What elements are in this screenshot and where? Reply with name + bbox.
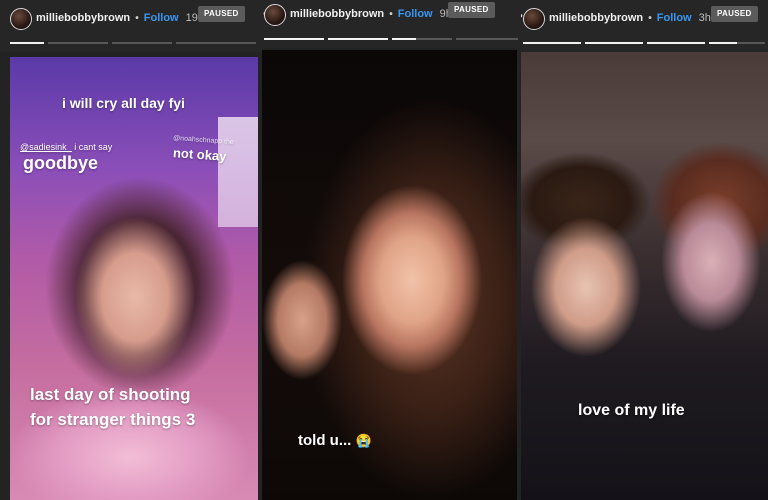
separator-dot: • (135, 13, 139, 24)
progress-fill (585, 42, 643, 44)
story-photo: told u... 😭 (262, 50, 517, 500)
username[interactable]: milliebobbybrown (290, 8, 384, 20)
progress-segment (647, 42, 705, 44)
progress-fill (523, 42, 581, 44)
progress-segment (709, 42, 765, 44)
follow-button[interactable]: Follow (657, 12, 692, 24)
progress-fill (647, 42, 705, 44)
crying-emoji-icon: 😭 (355, 433, 372, 448)
story-panel-2[interactable]: ••• milliebobbybrown • Follow 9h PAUSED … (262, 0, 521, 500)
paused-badge: PAUSED (198, 6, 245, 22)
progress-segment (585, 42, 643, 44)
caption-told-u: told u... 😭 (298, 432, 372, 449)
paused-badge: PAUSED (711, 6, 758, 22)
mention-tail: i cant say (74, 142, 113, 152)
progress-segment (392, 38, 452, 40)
caption-top: i will cry all day fyi (62, 95, 185, 111)
progress-fill (10, 42, 44, 44)
progress-fill (264, 38, 324, 40)
window-bright (218, 117, 258, 227)
progress-segment (523, 42, 581, 44)
progress-fill (709, 42, 737, 44)
caption-love: love of my life (578, 402, 685, 419)
story-header: ••• milliebobbybrown • Follow 9h PAUSED (262, 0, 521, 48)
progress-segment (10, 42, 44, 44)
caption-bottom-2: for stranger things 3 (30, 410, 196, 429)
timestamp: 3h (698, 12, 711, 24)
progress-segment (264, 38, 324, 40)
progress-fill (392, 38, 416, 40)
caption-goodbye: goodbye (23, 153, 98, 173)
caption-text: told u... (298, 432, 352, 449)
story-header: ••• milliebobbybrown • Follow 3h PAUSED (521, 0, 768, 52)
story-user-line: milliebobbybrown • Follow 3h (549, 12, 711, 24)
username[interactable]: milliebobbybrown (36, 12, 130, 24)
progress-segment (456, 38, 518, 40)
username[interactable]: milliebobbybrown (549, 12, 643, 24)
mention-link[interactable]: @sadiesink_ (20, 142, 72, 152)
caption-not-okay: not okay (172, 145, 227, 164)
story-panel-3[interactable]: ••• milliebobbybrown • Follow 3h PAUSED … (521, 0, 768, 500)
separator-dot: • (648, 13, 652, 24)
story-user-line: milliebobbybrown • Follow 9h (290, 8, 452, 20)
caption-mention: @sadiesink_ i cant say (20, 142, 112, 152)
follow-button[interactable]: Follow (144, 12, 179, 24)
progress-segment (48, 42, 108, 44)
progress-segment (176, 42, 256, 44)
progress-segment (328, 38, 388, 40)
progress-segment (112, 42, 172, 44)
story-user-line: milliebobbybrown • Follow 19h (36, 12, 204, 24)
paused-badge: PAUSED (448, 2, 495, 18)
avatar[interactable] (264, 4, 286, 26)
story-header: milliebobbybrown • Follow 19h PAUSED (0, 0, 262, 52)
story-panel-1[interactable]: milliebobbybrown • Follow 19h PAUSED i w… (0, 0, 262, 500)
story-photo: i will cry all day fyi @sadiesink_ i can… (10, 57, 258, 500)
separator-dot: • (389, 9, 393, 20)
progress-fill (328, 38, 388, 40)
avatar[interactable] (523, 8, 545, 30)
caption-bottom-1: last day of shooting (30, 385, 191, 404)
follow-button[interactable]: Follow (398, 8, 433, 20)
story-photo: love of my life (521, 52, 768, 500)
avatar[interactable] (10, 8, 32, 30)
